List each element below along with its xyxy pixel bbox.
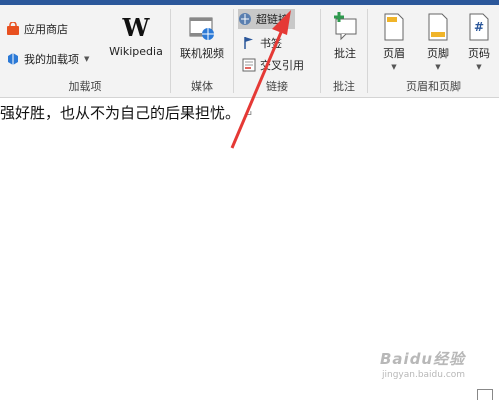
red-arrow-annotation <box>230 10 291 149</box>
